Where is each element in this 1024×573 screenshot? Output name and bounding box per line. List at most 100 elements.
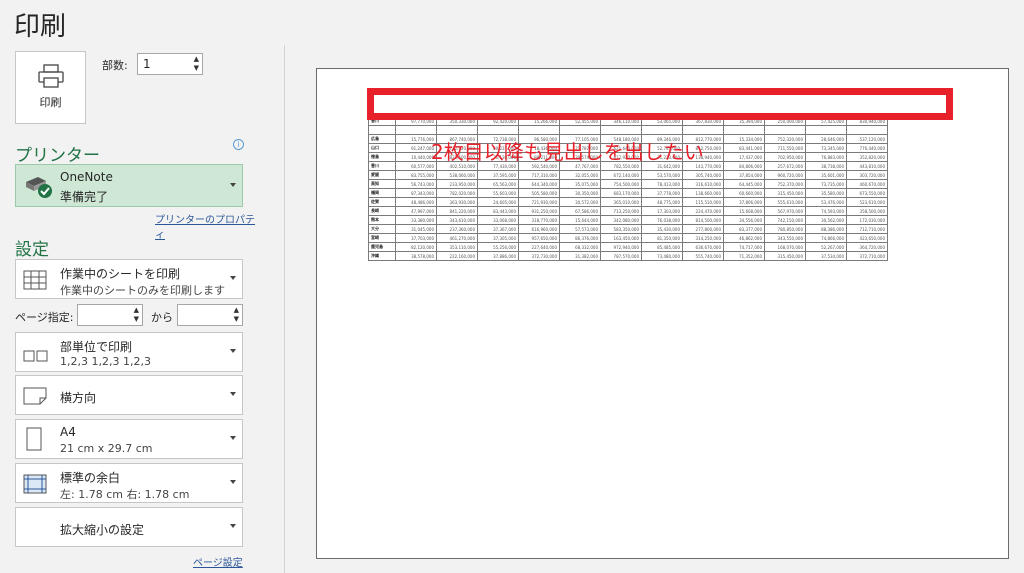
table-cell: 372,710,000 bbox=[846, 251, 888, 261]
table-cell: 68,332,000 bbox=[559, 242, 601, 252]
table-row: 高知 56,743,000 233,950,000 65,563,000 644,340… bbox=[368, 179, 888, 189]
table-row: 大分 31,045,000 237,360,000 37,367,000 616,960… bbox=[368, 224, 888, 234]
row-header-cell: 大分 bbox=[368, 224, 396, 234]
table-cell: 31,045,000 bbox=[395, 224, 437, 234]
row-header-cell: 広島 bbox=[368, 134, 396, 144]
pane-divider bbox=[284, 45, 285, 573]
table-cell: 55,603,000 bbox=[477, 188, 519, 198]
table-cell: 372,730,000 bbox=[518, 251, 560, 261]
page-title: 印刷 bbox=[14, 12, 67, 42]
table-cell: 711,550,000 bbox=[764, 143, 806, 153]
table-cell: 460,670,000 bbox=[846, 179, 888, 189]
paper-size-dropdown[interactable]: A4 21 cm x 29.7 cm bbox=[15, 419, 243, 459]
orientation-title: 横方向 bbox=[60, 391, 97, 405]
row-header-cell: 宮崎 bbox=[368, 233, 396, 243]
table-cell: 303,720,000 bbox=[846, 170, 888, 180]
margins-sub: 左: 1.78 cm 右: 1.78 cm bbox=[60, 488, 190, 501]
paper-icon bbox=[26, 427, 42, 455]
table-cell: 37,778,000 bbox=[641, 188, 683, 198]
table-cell: 56,743,000 bbox=[395, 179, 437, 189]
table-cell: 960,720,000 bbox=[764, 170, 806, 180]
print-what-dropdown[interactable]: 作業中のシートを印刷 作業中のシートのみを印刷します bbox=[15, 259, 243, 299]
table-cell: 616,960,000 bbox=[518, 224, 560, 234]
table-cell: 364,720,000 bbox=[846, 242, 888, 252]
table-cell: 353,110,000 bbox=[436, 242, 478, 252]
table-cell: 32,055,000 bbox=[559, 170, 601, 180]
header-highlight-box bbox=[367, 88, 953, 120]
pages-to-input[interactable]: ▲ ▼ bbox=[177, 304, 243, 326]
info-icon[interactable]: i bbox=[233, 139, 244, 150]
row-header-cell: 山口 bbox=[368, 143, 396, 153]
printer-properties-link[interactable]: プリンターのプロパティ bbox=[155, 211, 256, 241]
margins-dropdown[interactable]: 標準の余白 左: 1.78 cm 右: 1.78 cm bbox=[15, 463, 243, 503]
settings-section-title: 設定 bbox=[15, 240, 49, 260]
table-cell: 352,820,000 bbox=[846, 152, 888, 162]
table-cell: 73,735,000 bbox=[805, 179, 847, 189]
table-cell: 35,430,000 bbox=[641, 224, 683, 234]
copies-input[interactable]: 1 ▲ ▼ bbox=[137, 53, 203, 75]
table-cell: 931,250,000 bbox=[518, 206, 560, 216]
row-header-cell: 徳島 bbox=[368, 152, 396, 162]
table-cell: 780,850,000 bbox=[764, 224, 806, 234]
table-cell: 358,500,000 bbox=[846, 206, 888, 216]
printer-dropdown[interactable]: OneNote 準備完了 bbox=[15, 164, 243, 207]
row-header-cell: 佐賀 bbox=[368, 197, 396, 207]
table-cell: 17,303,000 bbox=[641, 206, 683, 216]
pages-to-spinner[interactable]: ▲ ▼ bbox=[234, 306, 239, 324]
table-cell: 363,930,000 bbox=[436, 197, 478, 207]
table-cell: 555,610,000 bbox=[764, 197, 806, 207]
table-cell: 343,550,000 bbox=[764, 233, 806, 243]
table-cell: 76,883,000 bbox=[805, 152, 847, 162]
table-cell bbox=[805, 125, 847, 135]
table-cell bbox=[395, 125, 437, 135]
landscape-icon bbox=[23, 387, 47, 409]
table-cell: 33,068,000 bbox=[477, 215, 519, 225]
table-cell: 316,610,000 bbox=[682, 179, 724, 189]
orientation-dropdown[interactable]: 横方向 bbox=[15, 375, 243, 415]
table-cell: 712,710,000 bbox=[846, 224, 888, 234]
table-cell: 713,250,000 bbox=[600, 206, 642, 216]
table-row: 愛媛 83,755,000 538,060,000 37,595,000 717,310… bbox=[368, 170, 888, 180]
table-cell: 305,740,000 bbox=[682, 170, 724, 180]
print-button[interactable]: 印刷 bbox=[15, 51, 86, 124]
table-cell: 15,644,000 bbox=[559, 215, 601, 225]
margins-title: 標準の余白 bbox=[60, 471, 121, 485]
table-cell bbox=[518, 125, 560, 135]
table-cell bbox=[764, 125, 806, 135]
table-cell: 752,370,000 bbox=[764, 179, 806, 189]
sheet-grid-icon bbox=[23, 270, 47, 294]
table-cell: 237,360,000 bbox=[436, 224, 478, 234]
table-cell: 35,580,000 bbox=[805, 188, 847, 198]
row-header-cell: 愛媛 bbox=[368, 170, 396, 180]
print-button-label: 印刷 bbox=[39, 96, 62, 109]
pages-from-input[interactable]: ▲ ▼ bbox=[77, 304, 143, 326]
table-cell: 76,038,000 bbox=[641, 215, 683, 225]
table-cell: 83,443,000 bbox=[477, 206, 519, 216]
table-row: 沖縄 38,578,000 222,160,000 37,886,000 372,730… bbox=[368, 251, 888, 261]
collate-dropdown[interactable]: 部単位で印刷 1,2,3 1,2,3 1,2,3 bbox=[15, 332, 243, 372]
table-cell: 222,160,000 bbox=[436, 251, 478, 261]
table-cell: 83,755,000 bbox=[395, 170, 437, 180]
row-header-cell bbox=[368, 125, 396, 135]
annotation-text: 2枚目以降も見出しを出したい bbox=[431, 140, 704, 164]
table-cell: 37,534,000 bbox=[805, 251, 847, 261]
scaling-dropdown[interactable]: 拡大縮小の設定 bbox=[15, 507, 243, 547]
table-cell: 33,380,000 bbox=[395, 215, 437, 225]
table-cell: 85,485,000 bbox=[641, 242, 683, 252]
table-cell: 644,340,000 bbox=[518, 179, 560, 189]
table-cell: 972,940,000 bbox=[600, 242, 642, 252]
pages-from-spinner[interactable]: ▲ ▼ bbox=[134, 306, 139, 324]
row-header-cell: 鹿児島 bbox=[368, 242, 396, 252]
table-row: 佐賀 48,486,000 363,930,000 24,605,000 721,930… bbox=[368, 197, 888, 207]
copies-spinner[interactable]: ▲ ▼ bbox=[194, 55, 199, 73]
table-cell: 721,930,000 bbox=[518, 197, 560, 207]
table-cell: 38,738,000 bbox=[805, 161, 847, 171]
table-cell: 48,775,000 bbox=[641, 197, 683, 207]
paper-size-title: A4 bbox=[60, 425, 76, 439]
table-cell: 81,350,000 bbox=[641, 233, 683, 243]
table-cell: 65,563,000 bbox=[477, 179, 519, 189]
table-cell: 636,670,000 bbox=[682, 242, 724, 252]
page-setup-link[interactable]: ページ設定 bbox=[193, 554, 243, 569]
table-cell: 505,580,000 bbox=[518, 188, 560, 198]
table-cell: 52,267,000 bbox=[805, 242, 847, 252]
